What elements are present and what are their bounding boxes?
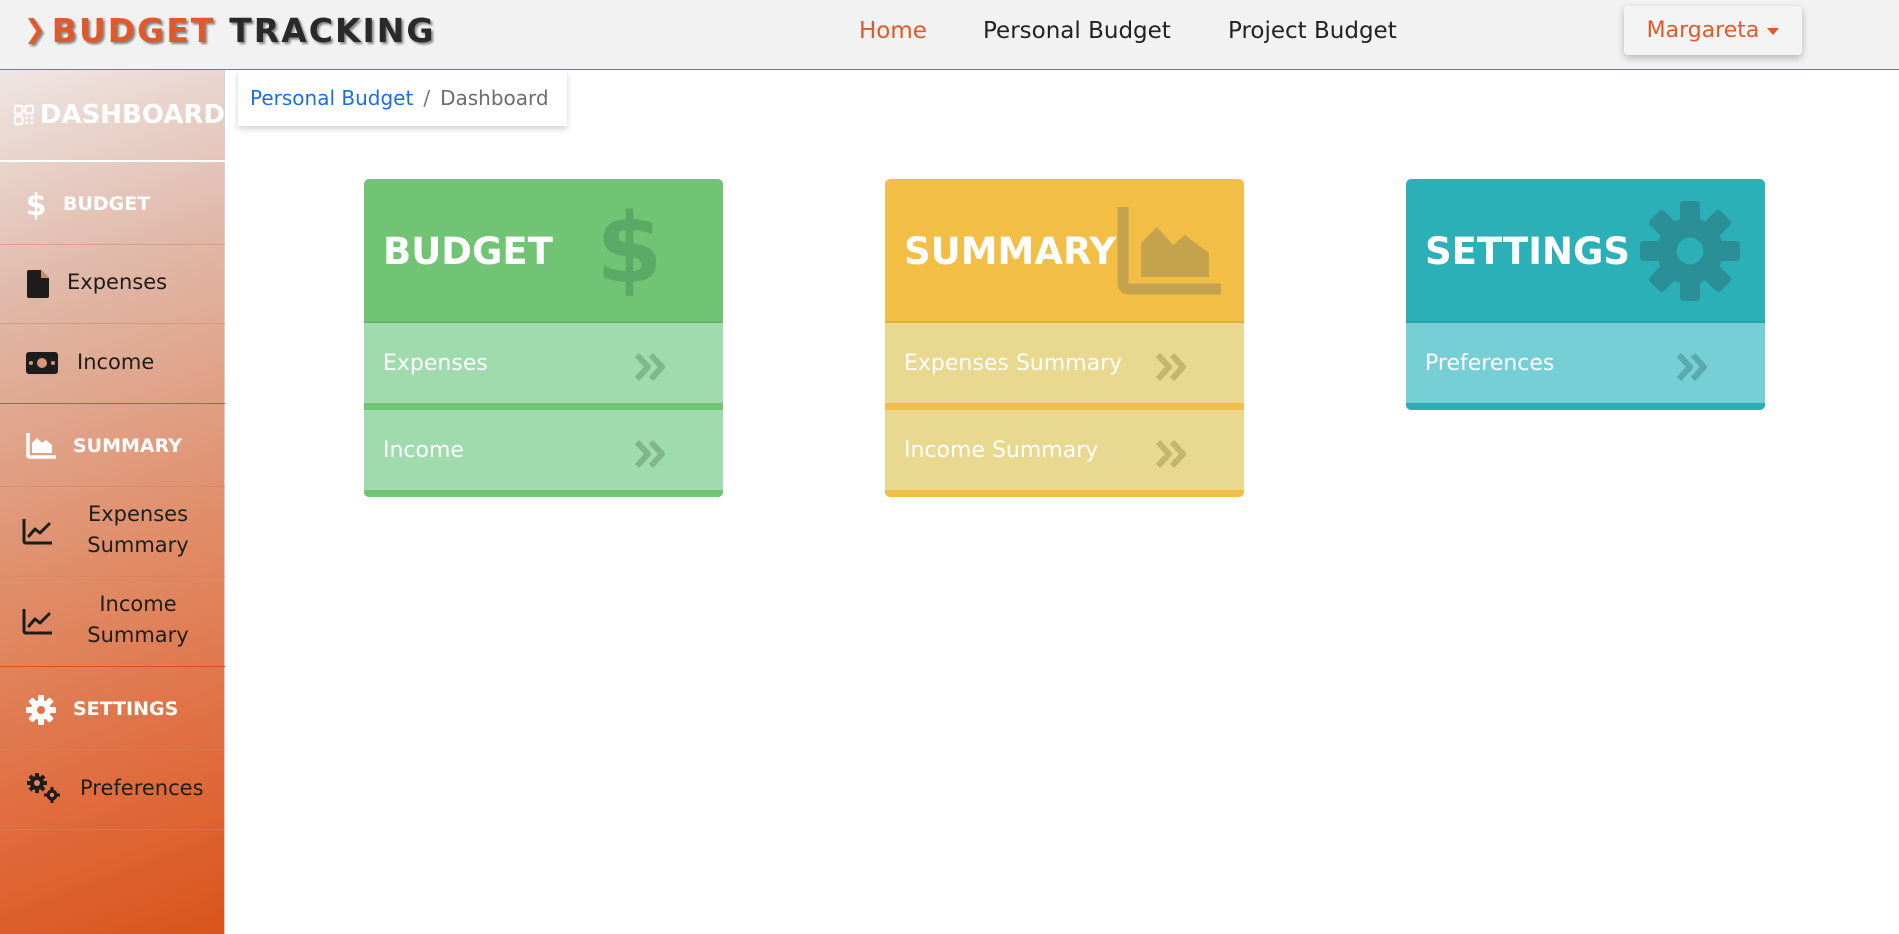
sidebar-item-income-summary-label: Income Summary bbox=[70, 589, 206, 651]
brand-word-tracking: TRACKING bbox=[229, 10, 436, 50]
breadcrumb: Personal Budget / Dashboard bbox=[238, 70, 567, 126]
double-chevron-right-icon bbox=[634, 439, 665, 469]
double-chevron-right-icon bbox=[1155, 439, 1186, 469]
gear-icon bbox=[26, 695, 56, 725]
double-chevron-right-icon bbox=[634, 352, 665, 382]
budget-card-item-income[interactable]: Income bbox=[364, 410, 723, 497]
breadcrumb-current: Dashboard bbox=[440, 86, 549, 110]
budget-card: BUDGET $ Expenses Income bbox=[364, 179, 723, 497]
brand-logo[interactable]: ❯ BUDGET TRACKING bbox=[24, 10, 436, 50]
summary-card: SUMMARY Expenses Summary Income Summary bbox=[885, 179, 1244, 497]
sidebar-item-expenses-label: Expenses bbox=[67, 270, 168, 294]
sidebar-dashboard[interactable]: DASHBOARD bbox=[0, 70, 225, 162]
nav-personal-budget[interactable]: Personal Budget bbox=[983, 0, 1171, 62]
chevron-right-icon: ❯ bbox=[24, 15, 48, 45]
summary-card-item-expenses-summary[interactable]: Expenses Summary bbox=[885, 323, 1244, 410]
dollar-icon: $ bbox=[596, 193, 663, 305]
budget-card-header[interactable]: BUDGET $ bbox=[364, 179, 723, 323]
double-chevron-right-icon bbox=[1155, 352, 1186, 382]
dollar-icon: $ bbox=[25, 187, 47, 223]
sidebar-heading-budget[interactable]: $ BUDGET bbox=[0, 165, 225, 245]
sidebar-item-preferences[interactable]: Preferences bbox=[0, 750, 225, 830]
sidebar-item-income-label: Income bbox=[77, 350, 155, 374]
summary-card-item-income-summary[interactable]: Income Summary bbox=[885, 410, 1244, 497]
card-item-label: Expenses Summary bbox=[904, 350, 1123, 376]
nav-home[interactable]: Home bbox=[859, 0, 927, 62]
budget-card-title: BUDGET bbox=[383, 229, 553, 273]
sidebar-dashboard-label: DASHBOARD bbox=[39, 100, 225, 130]
card-item-label: Expenses bbox=[383, 350, 488, 376]
sidebar-item-expenses-summary[interactable]: Expenses Summary bbox=[0, 487, 225, 577]
money-bill-icon bbox=[26, 352, 58, 374]
label-line: Summary bbox=[87, 623, 189, 647]
gears-icon bbox=[27, 773, 60, 803]
gear-icon bbox=[1640, 201, 1740, 301]
label-line: Income bbox=[99, 592, 177, 616]
breadcrumb-link-personal-budget[interactable]: Personal Budget bbox=[250, 86, 413, 110]
sidebar-heading-settings[interactable]: SETTINGS bbox=[0, 668, 225, 750]
double-chevron-right-icon bbox=[1676, 352, 1707, 382]
sidebar-item-income[interactable]: Income bbox=[0, 324, 225, 404]
settings-card-item-preferences[interactable]: Preferences bbox=[1406, 323, 1765, 410]
area-chart-icon bbox=[26, 433, 56, 459]
settings-card: SETTINGS Preferences bbox=[1406, 179, 1765, 410]
budget-card-item-expenses[interactable]: Expenses bbox=[364, 323, 723, 410]
user-menu-button[interactable]: Margareta bbox=[1624, 6, 1802, 55]
sidebar-item-expenses-summary-label: Expenses Summary bbox=[70, 499, 206, 561]
sidebar-heading-summary[interactable]: SUMMARY bbox=[0, 405, 225, 487]
card-item-label: Income bbox=[383, 437, 464, 463]
sidebar-item-preferences-label: Preferences bbox=[80, 776, 204, 800]
user-name: Margareta bbox=[1646, 18, 1760, 43]
sidebar-heading-budget-label: BUDGET bbox=[63, 193, 151, 215]
label-line: Summary bbox=[87, 533, 189, 557]
sidebar: DASHBOARD $ BUDGET Expenses Income SUMMA… bbox=[0, 70, 225, 934]
dashboard-icon bbox=[14, 104, 34, 126]
breadcrumb-separator: / bbox=[423, 86, 431, 110]
label-line: Expenses bbox=[87, 502, 189, 526]
sidebar-item-income-summary[interactable]: Income Summary bbox=[0, 577, 225, 667]
line-chart-icon bbox=[22, 519, 52, 545]
nav-project-budget[interactable]: Project Budget bbox=[1228, 0, 1397, 62]
summary-card-header[interactable]: SUMMARY bbox=[885, 179, 1244, 323]
settings-card-header[interactable]: SETTINGS bbox=[1406, 179, 1765, 323]
caret-down-icon bbox=[1767, 28, 1780, 35]
brand-word-budget: BUDGET bbox=[51, 10, 216, 50]
top-navbar: ❯ BUDGET TRACKING Home Personal Budget P… bbox=[0, 0, 1899, 70]
line-chart-icon bbox=[22, 609, 52, 635]
summary-card-title: SUMMARY bbox=[904, 229, 1117, 273]
card-item-label: Income Summary bbox=[904, 437, 1099, 463]
area-chart-icon bbox=[1117, 207, 1221, 295]
card-item-label: Preferences bbox=[1425, 350, 1555, 376]
sidebar-item-expenses[interactable]: Expenses bbox=[0, 245, 225, 324]
sidebar-heading-summary-label: SUMMARY bbox=[73, 435, 182, 457]
file-icon bbox=[27, 270, 49, 298]
sidebar-heading-settings-label: SETTINGS bbox=[73, 698, 179, 720]
settings-card-title: SETTINGS bbox=[1425, 229, 1630, 273]
